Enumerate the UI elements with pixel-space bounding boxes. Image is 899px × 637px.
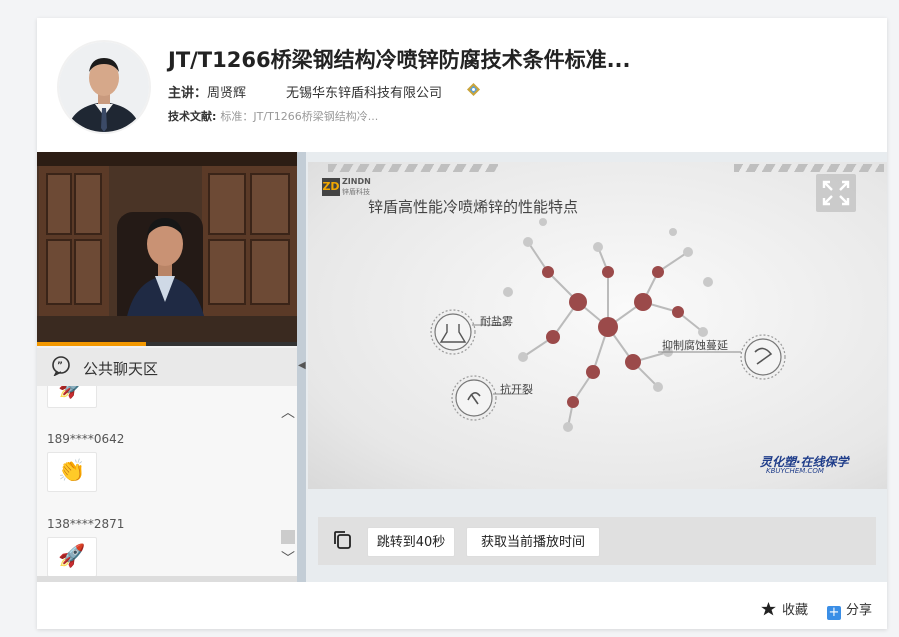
presenter-label: 主讲： — [168, 86, 208, 101]
playback-controls: 跳转到40秒 获取当前播放时间 — [318, 517, 876, 565]
player-area: ” 公共聊天区 🚀 189****0642 👏 138****2871 🚀 ︿ … — [37, 152, 887, 582]
course-title: JT/T1266桥梁钢结构冷喷锌防腐技术条件标准... — [168, 48, 631, 72]
chat-title: 公共聊天区 — [83, 360, 159, 378]
chat-emoji: 🚀 — [47, 386, 97, 408]
slide-feature-label: 耐盐雾 — [480, 315, 513, 328]
copy-icon[interactable] — [332, 529, 354, 551]
chat-username: 189****0642 — [47, 432, 125, 446]
svg-text:”: ” — [57, 361, 63, 371]
chat-message-list[interactable]: 🚀 189****0642 👏 138****2871 🚀 — [37, 386, 297, 582]
molecule-diagram — [430, 218, 786, 432]
video-progress-bar[interactable] — [37, 342, 297, 346]
chat-emoji: 🚀 — [47, 537, 97, 577]
course-header: JT/T1266桥梁钢结构冷喷锌防腐技术条件标准... 主讲：周贤辉 无锡华东锌… — [37, 18, 887, 152]
chat-header: ” 公共聊天区 — [37, 348, 297, 386]
share-label: 分享 — [846, 603, 873, 618]
share-plus-icon: + — [827, 605, 841, 620]
verified-badge-icon — [467, 83, 480, 96]
company-name[interactable]: 无锡华东锌盾科技有限公司 — [286, 82, 442, 101]
chat-scrollbar-thumb[interactable] — [281, 530, 295, 544]
tech-docs-line: 技术文献: 标准：JT/T1266桥梁钢结构冷... — [168, 108, 378, 124]
presenter-name[interactable]: 周贤辉 — [207, 86, 246, 101]
slide-brand-url: KBUYCHEM.COM — [766, 467, 824, 475]
collapse-arrow-icon: ◀ — [298, 360, 306, 371]
favorite-label: 收藏 — [782, 603, 809, 618]
action-footer: 收藏 + 分享 — [37, 582, 887, 629]
panel-collapse-handle[interactable]: ◀ — [297, 152, 306, 582]
presenter-avatar — [57, 40, 151, 134]
presenter-line: 主讲：周贤辉 — [168, 82, 246, 101]
tech-docs-label: 技术文献: — [168, 110, 217, 123]
left-panel: ” 公共聊天区 🚀 189****0642 👏 138****2871 🚀 ︿ … — [37, 152, 297, 582]
chat-scroll-down-icon[interactable]: ﹀ — [281, 548, 295, 568]
presenter-video[interactable] — [37, 152, 297, 344]
favorite-button[interactable]: 收藏 — [761, 599, 808, 618]
tech-docs-link[interactable]: 标准：JT/T1266桥梁钢结构冷... — [220, 110, 378, 123]
get-current-time-button[interactable]: 获取当前播放时间 — [466, 527, 600, 557]
slide-feature-label: 抑制腐蚀蔓延 — [662, 339, 728, 352]
chat-bubble-icon: ” — [52, 356, 70, 376]
chat-scroll-up-icon[interactable]: ︿ — [281, 402, 295, 422]
slide-viewer[interactable]: ZD ZINDN 锌盾科技 锌盾高性能冷喷烯锌的性能特点 耐盐雾 抗开裂 抑制腐… — [308, 162, 887, 489]
slide-feature-label: 抗开裂 — [500, 383, 533, 396]
video-progress-fill — [37, 342, 147, 346]
share-button[interactable]: + 分享 — [827, 599, 872, 620]
chat-emoji: 👏 — [47, 452, 97, 492]
jump-to-40s-button[interactable]: 跳转到40秒 — [367, 527, 455, 557]
star-icon — [761, 602, 776, 616]
chat-username: 138****2871 — [47, 517, 125, 531]
